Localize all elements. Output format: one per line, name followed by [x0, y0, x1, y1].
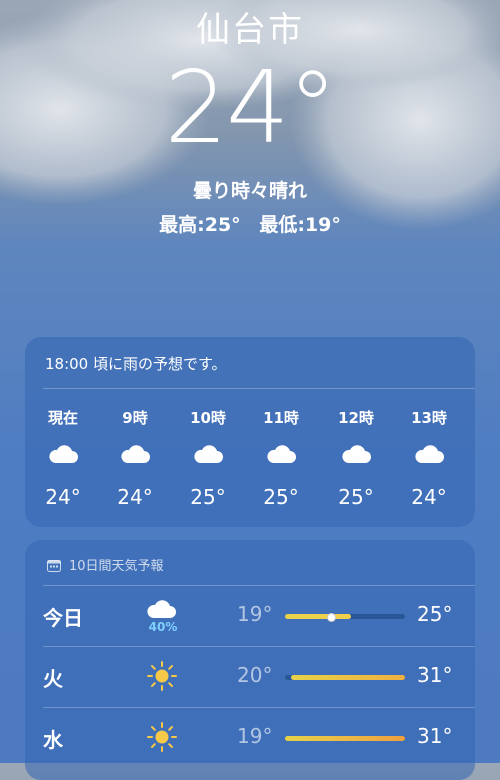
hour-temperature: 25°: [190, 485, 226, 509]
hour-item: 12時 25°: [320, 407, 392, 509]
daily-row[interactable]: 今日 40% 19° 25°: [25, 586, 475, 646]
current-temp-dot: [326, 613, 336, 622]
hour-time: 現在: [47, 409, 78, 427]
sun-icon: [147, 722, 177, 752]
low-temp: 19°: [237, 724, 273, 748]
day-label: 火: [43, 667, 63, 691]
city-name: 仙台市: [196, 10, 304, 50]
hour-item: 9時 24°: [99, 407, 171, 509]
high-temp: 25°: [417, 602, 453, 626]
hourly-forecast-card[interactable]: 18:00 頃に雨の予想です。 現在 24° 9時 24° 10時 25° 11…: [25, 337, 475, 527]
hour-time: 10時: [190, 409, 226, 427]
hour-time: 11時: [263, 409, 299, 427]
hourly-list[interactable]: 現在 24° 9時 24° 10時 25° 11時 25° 12時 25° 13…: [25, 407, 475, 517]
daily-row[interactable]: 火 20° 31°: [25, 647, 475, 707]
hour-item: 11時 25°: [245, 407, 317, 509]
temperature-range-bar: [285, 675, 405, 680]
cloud-icon: [194, 445, 223, 463]
high-temp: 31°: [417, 724, 453, 748]
high-temperature: 最高:25°: [159, 214, 241, 236]
low-temperature: 最低:19°: [259, 214, 341, 236]
current-temperature: 24°: [164, 49, 337, 166]
weather-condition: 曇り時々晴れ: [192, 180, 307, 202]
hour-temperature: 25°: [263, 485, 299, 509]
hour-item: 現在 24°: [27, 407, 99, 509]
low-temp: 20°: [237, 663, 273, 687]
high-temp: 31°: [417, 663, 453, 687]
hour-temperature: 25°: [338, 485, 374, 509]
ten-day-title-text: 10日間天気予報: [69, 559, 164, 574]
temperature-range-fill: [291, 675, 405, 680]
hour-temperature: 24°: [45, 485, 81, 509]
hour-item: 10時 25°: [172, 407, 244, 509]
divider: [43, 388, 475, 389]
cloud-icon: [267, 445, 296, 463]
precipitation-chance: 40%: [148, 620, 178, 634]
day-label: 今日: [43, 606, 83, 630]
high-low: 最高:25° 最低:19°: [0, 210, 500, 237]
cloud-icon: [415, 445, 444, 463]
ten-day-title: 10日間天気予報: [47, 555, 164, 574]
hour-time: 13時: [411, 409, 447, 427]
cloud-icon: [121, 445, 150, 463]
hour-temperature: 24°: [411, 485, 447, 509]
hour-time: 12時: [338, 409, 374, 427]
calendar-icon: [47, 560, 61, 572]
temperature-range-fill: [285, 614, 351, 619]
hour-item: 13時 24°: [393, 407, 465, 509]
rain-alert: 18:00 頃に雨の予想です。: [45, 355, 227, 373]
day-label: 水: [43, 728, 63, 752]
cloud-icon: [342, 445, 371, 463]
temperature-range-fill: [285, 736, 405, 741]
cloud-icon: [49, 445, 78, 463]
temperature-range-bar: [285, 613, 405, 622]
low-temp: 19°: [237, 602, 273, 626]
daily-row[interactable]: 水 19° 31°: [25, 708, 475, 768]
temperature-range-bar: [285, 736, 405, 741]
hour-time: 9時: [122, 409, 148, 427]
ten-day-forecast-card[interactable]: 10日間天気予報 今日 40% 19° 25° 火 20° 31° 水 19° …: [25, 540, 475, 780]
hour-temperature: 24°: [117, 485, 153, 509]
sun-icon: [147, 661, 177, 691]
